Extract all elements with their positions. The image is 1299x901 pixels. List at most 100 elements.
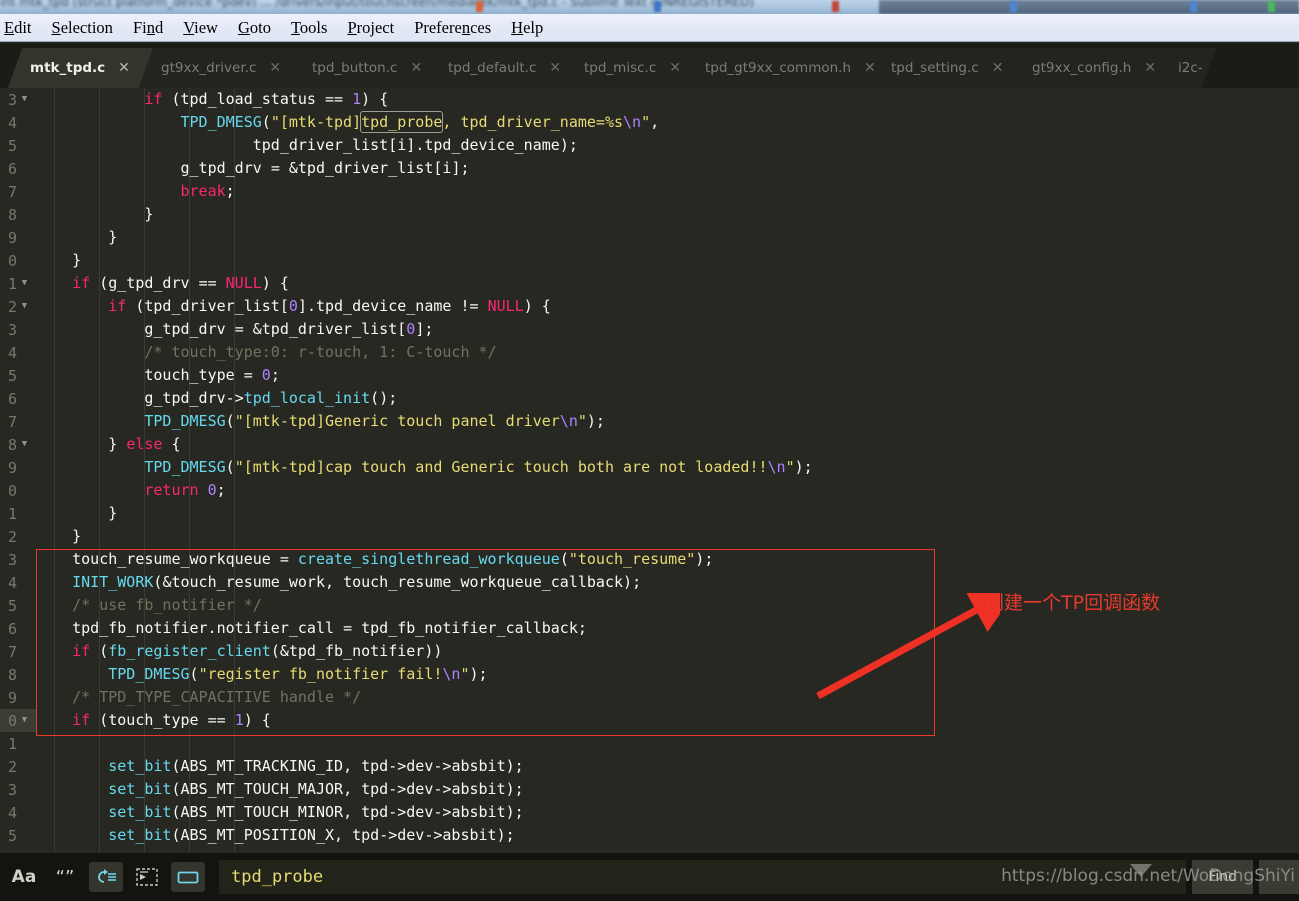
- code-line[interactable]: INIT_WORK(&touch_resume_work, touch_resu…: [36, 571, 641, 594]
- code-line[interactable]: } else {: [36, 433, 180, 456]
- line-number: 2: [0, 525, 36, 548]
- code-line[interactable]: set_bit(ABS_MT_TOUCH_MAJOR, tpd->dev->ab…: [36, 778, 523, 801]
- line-number: 0: [0, 249, 36, 272]
- menu-item-preferences[interactable]: Preferences: [412, 16, 501, 40]
- tab-tpd-setting-c[interactable]: tpd_setting.c ✕: [869, 48, 1024, 88]
- code-line[interactable]: if (fb_register_client(&tpd_fb_notifier)…: [36, 640, 442, 663]
- titlebar-speck-5: [1190, 1, 1197, 12]
- line-number: 5: [0, 824, 36, 847]
- menu-item-view[interactable]: View: [181, 16, 228, 40]
- line-number: 4: [0, 801, 36, 824]
- line-number-value: 8: [7, 665, 17, 684]
- code-line[interactable]: if (touch_type == 1) {: [36, 709, 271, 732]
- code-line[interactable]: /* TPD_TYPE_CAPACITIVE handle */: [36, 686, 361, 709]
- code-line[interactable]: }: [36, 525, 81, 548]
- tab-mtk-tpd-c[interactable]: mtk_tpd.c ✕: [8, 48, 153, 88]
- code-line[interactable]: touch_type = 0;: [36, 364, 279, 387]
- menu-item-tools[interactable]: Tools: [289, 16, 337, 40]
- line-number: 4: [0, 571, 36, 594]
- code-line[interactable]: }: [36, 203, 153, 226]
- fold-arrow-icon[interactable]: ▼: [17, 709, 32, 732]
- highlight-results-icon[interactable]: [171, 862, 205, 892]
- menu-item-help[interactable]: Help: [509, 16, 553, 40]
- code-line[interactable]: }: [36, 249, 81, 272]
- window-titlebar: int mtk_tpd (struct platform_device *pde…: [0, 0, 1299, 14]
- fold-arrow-icon[interactable]: ▼: [17, 295, 32, 318]
- code-line[interactable]: if (tpd_load_status == 1) {: [36, 88, 388, 111]
- line-number-value: 9: [7, 228, 17, 247]
- code-line[interactable]: TPD_DMESG("register fb_notifier fail!\n"…: [36, 663, 487, 686]
- menu-item-project[interactable]: Project: [345, 16, 404, 40]
- find-overflow-button[interactable]: [1259, 860, 1299, 894]
- code-line[interactable]: tpd_driver_list[i].tpd_device_name);: [36, 134, 578, 157]
- line-number: 1: [0, 502, 36, 525]
- find-status-bar: Aa “” tpd_probe Find: [0, 853, 1299, 901]
- tab-tpd-default-c[interactable]: tpd_default.c ✕: [426, 48, 576, 88]
- line-number-value: 1: [7, 274, 17, 293]
- code-line[interactable]: touch_resume_workqueue = create_singleth…: [36, 548, 713, 571]
- tab-tpd-button-c[interactable]: tpd_button.c ✕: [290, 48, 440, 88]
- tab-close-icon[interactable]: ✕: [864, 61, 876, 75]
- tab-close-icon[interactable]: ✕: [669, 61, 681, 75]
- menu-item-edit[interactable]: Edit: [2, 16, 42, 40]
- in-selection-icon[interactable]: [130, 862, 164, 892]
- tab-close-icon[interactable]: ✕: [269, 61, 281, 75]
- tab-close-icon[interactable]: ✕: [118, 61, 130, 75]
- find-button[interactable]: Find: [1192, 860, 1253, 894]
- fold-arrow-icon[interactable]: ▼: [17, 88, 32, 111]
- line-number: 7: [0, 640, 36, 663]
- tab-label: i2c-: [1178, 60, 1203, 76]
- tab-gt9xx-config-h[interactable]: gt9xx_config.h ✕: [1010, 48, 1170, 88]
- search-input[interactable]: tpd_probe: [219, 860, 1187, 894]
- line-number-value: 6: [7, 619, 17, 638]
- code-line[interactable]: }: [36, 502, 117, 525]
- line-number-value: 3: [7, 90, 17, 109]
- code-line[interactable]: TPD_DMESG("[mtk-tpd]tpd_probe, tpd_drive…: [36, 111, 659, 134]
- tab-close-icon[interactable]: ✕: [549, 61, 561, 75]
- case-sensitive-icon[interactable]: Aa: [7, 862, 41, 892]
- fold-arrow-icon[interactable]: ▼: [17, 272, 32, 295]
- code-line[interactable]: /* use fb_notifier */: [36, 594, 262, 617]
- code-line[interactable]: return 0;: [36, 479, 225, 502]
- code-editor[interactable]: 3 ▼ 4 5 6 7 8 9 0 1 ▼ 2 ▼ 3 4 5 6 7 8 ▼ 9 0 1 2 3 4 5 6 7 8 9 0 ▼ 1 2 3 4 5 i…: [0, 88, 1299, 853]
- line-number-value: 1: [7, 734, 17, 753]
- titlebar-speck-2: [654, 1, 661, 12]
- code-content[interactable]: if (tpd_load_status == 1) { TPD_DMESG("[…: [36, 88, 1299, 853]
- line-number-value: 8: [7, 435, 17, 454]
- code-line[interactable]: set_bit(ABS_MT_POSITION_X, tpd->dev->abs…: [36, 824, 514, 847]
- code-line[interactable]: }: [36, 226, 117, 249]
- tab-label: tpd_gt9xx_common.h: [705, 60, 852, 76]
- code-line[interactable]: if (g_tpd_drv == NULL) {: [36, 272, 289, 295]
- code-line[interactable]: break;: [36, 180, 235, 203]
- fold-arrow-icon[interactable]: ▼: [17, 433, 32, 456]
- code-line[interactable]: g_tpd_drv = &tpd_driver_list[i];: [36, 157, 470, 180]
- code-line[interactable]: TPD_DMESG("[mtk-tpd]cap touch and Generi…: [36, 456, 812, 479]
- line-number-value: 0: [7, 251, 17, 270]
- code-line[interactable]: g_tpd_drv->tpd_local_init();: [36, 387, 397, 410]
- line-number: 3: [0, 548, 36, 571]
- code-line[interactable]: g_tpd_drv = &tpd_driver_list[0];: [36, 318, 433, 341]
- menu-item-find[interactable]: Find: [131, 16, 173, 40]
- menu-item-goto[interactable]: Goto: [236, 16, 281, 40]
- line-number-value: 9: [7, 458, 17, 477]
- code-line[interactable]: set_bit(ABS_MT_TRACKING_ID, tpd->dev->ab…: [36, 755, 523, 778]
- code-line[interactable]: TPD_DMESG("[mtk-tpd]Generic touch panel …: [36, 410, 605, 433]
- code-line[interactable]: tpd_fb_notifier.notifier_call = tpd_fb_n…: [36, 617, 587, 640]
- tab-close-icon[interactable]: ✕: [410, 61, 422, 75]
- tab-label: gt9xx_config.h: [1032, 60, 1132, 76]
- regex-wrap-icon[interactable]: [89, 862, 123, 892]
- line-number: 4: [0, 341, 36, 364]
- tab-close-icon[interactable]: ✕: [992, 61, 1004, 75]
- menu-item-selection[interactable]: Selection: [50, 16, 123, 40]
- tab-gt9xx-driver-c[interactable]: gt9xx_driver.c ✕: [139, 48, 304, 88]
- code-line[interactable]: set_bit(ABS_MT_TOUCH_MINOR, tpd->dev->ab…: [36, 801, 523, 824]
- tab-tpd-gt9xx-common-h[interactable]: tpd_gt9xx_common.h ✕: [683, 48, 883, 88]
- tab-tpd-misc-c[interactable]: tpd_misc.c ✕: [562, 48, 697, 88]
- code-line[interactable]: /* touch_type:0: r-touch, 1: C-touch */: [36, 341, 496, 364]
- tab-label: tpd_misc.c: [584, 60, 657, 76]
- line-number-value: 6: [7, 389, 17, 408]
- tab-close-icon[interactable]: ✕: [1144, 61, 1156, 75]
- menu-bar: Edit Selection Find View Goto Tools Project Pre…: [0, 14, 1299, 42]
- whole-word-icon[interactable]: “”: [48, 862, 82, 892]
- code-line[interactable]: if (tpd_driver_list[0].tpd_device_name !…: [36, 295, 551, 318]
